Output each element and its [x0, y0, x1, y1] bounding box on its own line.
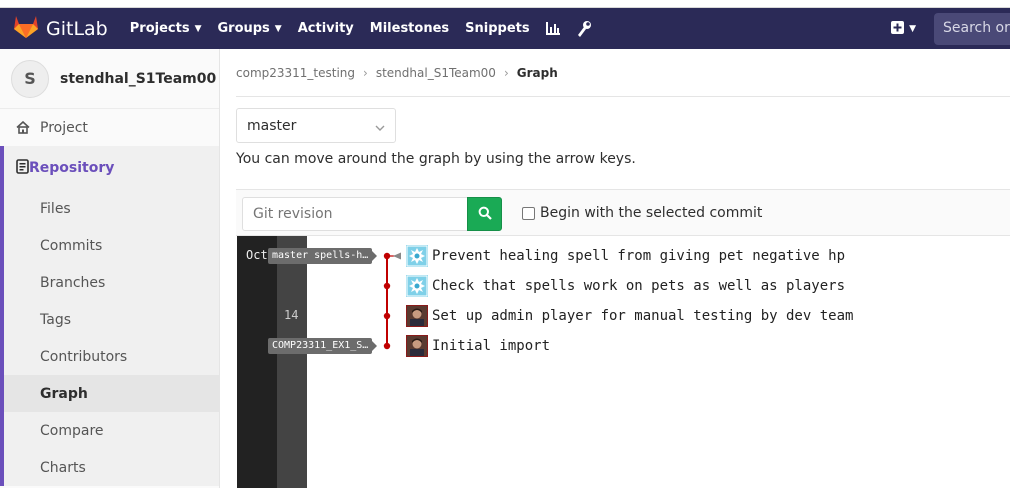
top-navbar: GitLab Projects ▼ Groups ▼ Activity Mile… [0, 8, 1010, 49]
sidebar-item-graph[interactable]: Graph [4, 375, 219, 412]
sidebar-project-header[interactable]: S stendhal_S1Team00 [0, 49, 219, 109]
gitlab-home-link[interactable]: GitLab [14, 8, 108, 49]
sidebar-item-contributors[interactable]: Contributors [4, 338, 219, 375]
graph-branch-lines [383, 252, 401, 350]
sidebar-section-repository: Repository Files Commits Branches Tags C… [0, 146, 219, 486]
branch-select-value: master [247, 117, 297, 134]
project-sidebar: S stendhal_S1Team00 Project Repository F… [0, 49, 220, 488]
gitlab-logo-icon [14, 15, 38, 42]
sidebar-item-compare[interactable]: Compare [4, 412, 219, 449]
breadcrumb-project-link[interactable]: stendhal_S1Team00 [376, 66, 496, 80]
identicon-avatar [406, 245, 428, 267]
sidebar-item-branches[interactable]: Branches [4, 264, 219, 301]
breadcrumb-divider [236, 96, 1010, 97]
project-name: stendhal_S1Team00 [60, 70, 217, 87]
wrench-icon[interactable] [577, 20, 592, 37]
branch-select[interactable]: master [236, 108, 396, 143]
graph-filter-bar: Begin with the selected commit [236, 189, 1010, 236]
plus-square-icon [891, 19, 905, 38]
begin-with-selected-commit[interactable]: Begin with the selected commit [522, 205, 762, 221]
nav-activity[interactable]: Activity [298, 8, 354, 49]
chevron-right-icon: › [503, 65, 509, 80]
home-icon [16, 121, 34, 134]
sidebar-item-repository[interactable]: Repository [4, 146, 219, 190]
nav-snippets-label: Snippets [465, 21, 530, 36]
search-icon [478, 205, 492, 224]
chevron-down-icon: ▼ [194, 23, 202, 34]
network-graph[interactable]: Oct 14 master spells-h… COMP23311_EX1_S…… [237, 236, 1010, 488]
sidebar-item-charts[interactable]: Charts [4, 449, 219, 486]
browser-top-strip [0, 0, 1010, 8]
global-search-input[interactable]: Search or j [934, 12, 1010, 45]
breadcrumb-current[interactable]: Graph [517, 66, 558, 80]
graph-commit-row[interactable]: Prevent healing spell from giving pet ne… [406, 245, 845, 267]
graph-commit-row[interactable]: Check that spells work on pets as well a… [406, 275, 845, 297]
identicon-avatar [406, 275, 428, 297]
sidebar-item-project[interactable]: Project [0, 109, 219, 146]
chart-icon[interactable] [545, 22, 560, 35]
project-avatar: S [11, 59, 49, 98]
nav-groups[interactable]: Groups ▼ [217, 8, 281, 49]
brand-name: GitLab [46, 17, 108, 40]
chevron-down-icon: ▼ [274, 23, 282, 34]
commit-message[interactable]: Initial import [432, 338, 550, 354]
chevron-right-icon: › [363, 65, 368, 80]
begin-with-selected-commit-checkbox[interactable] [522, 206, 535, 220]
begin-with-selected-commit-label: Begin with the selected commit [540, 205, 763, 221]
main-content: comp23311_testing › stendhal_S1Team00 › … [220, 49, 1010, 488]
git-revision-input[interactable] [242, 197, 468, 231]
graph-hint-text: You can move around the graph by using t… [236, 151, 636, 167]
commit-message[interactable]: Set up admin player for manual testing b… [432, 308, 853, 324]
sidebar-item-project-label: Project [40, 119, 88, 136]
nav-snippets[interactable]: Snippets [465, 8, 529, 49]
sidebar-item-files[interactable]: Files [4, 190, 219, 227]
commit-message[interactable]: Check that spells work on pets as well a… [432, 278, 845, 294]
new-item-dropdown[interactable]: ▼ [891, 19, 916, 38]
nav-groups-label: Groups [217, 21, 270, 36]
user-photo-avatar [406, 305, 428, 327]
sidebar-item-repository-label: Repository [29, 160, 115, 176]
sidebar-item-tags[interactable]: Tags [4, 301, 219, 338]
commit-message[interactable]: Prevent healing spell from giving pet ne… [432, 248, 845, 264]
nav-milestones-label: Milestones [369, 21, 450, 36]
revision-search-button[interactable] [467, 197, 502, 231]
breadcrumb: comp23311_testing › stendhal_S1Team00 › … [236, 49, 558, 96]
chevron-down-icon [375, 120, 385, 136]
user-photo-avatar [406, 335, 428, 357]
document-icon [16, 158, 29, 178]
nav-projects[interactable]: Projects ▼ [130, 8, 202, 49]
graph-commit-row[interactable]: Initial import [406, 335, 550, 357]
nav-milestones[interactable]: Milestones [370, 8, 449, 49]
breadcrumb-group-link[interactable]: comp23311_testing [236, 66, 355, 80]
nav-activity-label: Activity [297, 21, 354, 36]
chevron-down-icon: ▼ [909, 23, 916, 34]
sidebar-item-commits[interactable]: Commits [4, 227, 219, 264]
graph-commit-row[interactable]: Set up admin player for manual testing b… [406, 305, 853, 327]
nav-projects-label: Projects [129, 21, 190, 36]
